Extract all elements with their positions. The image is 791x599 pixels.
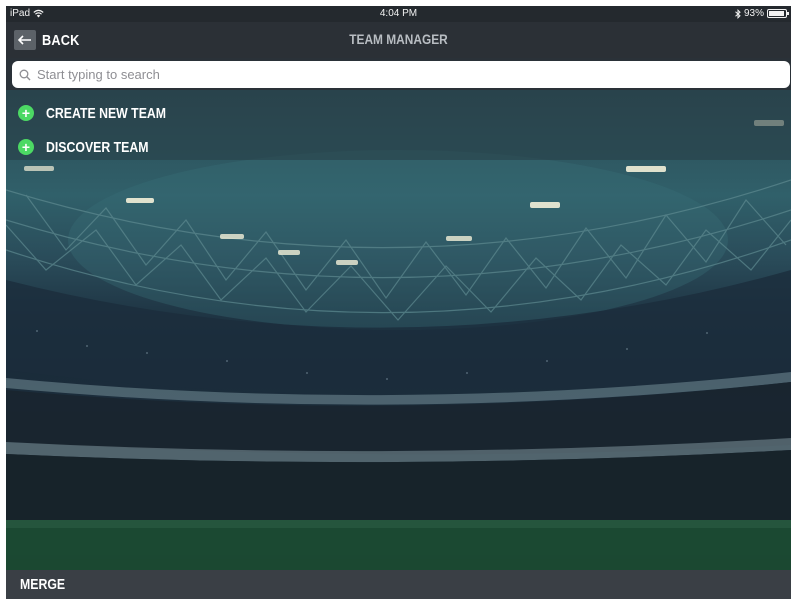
plus-circle-icon: +: [18, 139, 34, 155]
bottom-toolbar: MERGE: [6, 570, 791, 599]
search-input[interactable]: [33, 61, 790, 88]
search-bar: [12, 61, 790, 88]
plus-circle-icon: +: [18, 105, 34, 121]
battery-icon: [767, 9, 789, 18]
discover-team-button[interactable]: + DISCOVER TEAM: [18, 134, 171, 160]
create-new-team-button[interactable]: + CREATE NEW TEAM: [18, 100, 192, 126]
merge-button[interactable]: MERGE: [20, 576, 65, 593]
status-right: 93%: [735, 8, 789, 19]
page-title: TEAM MANAGER: [349, 31, 448, 47]
create-new-team-label: CREATE NEW TEAM: [46, 104, 167, 122]
navigation-bar: BACK TEAM MANAGER: [6, 22, 791, 58]
stadium-background-image: + CREATE NEW TEAM + DISCOVER TEAM: [6, 90, 791, 570]
back-arrow-icon: [14, 30, 36, 50]
search-icon: [19, 68, 33, 82]
battery-percent: 93%: [743, 8, 764, 19]
status-bar: iPad 4:04 PM 93%: [6, 6, 791, 22]
status-time: 4:04 PM: [379, 8, 418, 19]
app-window: iPad 4:04 PM 93% BACK TEAM MANAGER Start…: [6, 6, 791, 599]
discover-team-label: DISCOVER TEAM: [46, 138, 149, 156]
bluetooth-icon: [735, 8, 741, 19]
